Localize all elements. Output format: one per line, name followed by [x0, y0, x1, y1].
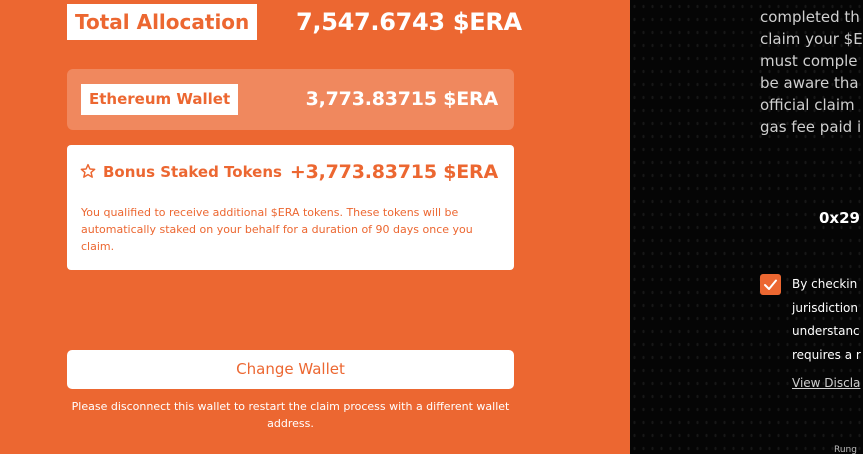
star-outline-icon [80, 163, 96, 178]
checkmark-icon [764, 279, 777, 290]
change-wallet-note: Please disconnect this wallet to restart… [71, 400, 510, 430]
instruction-line: claim your $E [760, 30, 863, 48]
footer-text: Rung [834, 445, 857, 454]
consent-line: requires a r [792, 347, 861, 362]
total-allocation-value: 7,547.6743 $ERA [296, 8, 522, 36]
consent-line: By checkin [792, 277, 858, 291]
bonus-staked-card: Bonus Staked Tokens +3,773.83715 $ERA Yo… [67, 145, 514, 270]
bonus-staked-value: +3,773.83715 $ERA [289, 161, 498, 183]
consent-line: jurisdiction [792, 300, 858, 315]
view-disclaimer-link[interactable]: View Discla [792, 376, 860, 390]
total-allocation-label: Total Allocation [67, 4, 258, 40]
bonus-description: You qualified to receive additional $ERA… [81, 206, 473, 253]
consent-line: understanc [792, 324, 860, 338]
bonus-staked-label: Bonus Staked Tokens [103, 163, 282, 181]
claim-instructions: completed th claim your $E must comple b… [760, 6, 863, 138]
change-wallet-button[interactable]: Change Wallet [67, 350, 514, 389]
ethereum-wallet-card: Ethereum Wallet 3,773.83715 $ERA [67, 69, 514, 130]
ethereum-wallet-value: 3,773.83715 $ERA [305, 88, 499, 110]
wallet-address: 0x29 [819, 209, 860, 227]
claim-info-panel: completed th claim your $E must comple b… [630, 0, 863, 454]
instruction-line: must comple [760, 52, 858, 70]
instruction-line: gas fee paid i [760, 118, 862, 136]
instruction-line: be aware tha [760, 74, 859, 92]
allocation-panel: Total Allocation 7,547.6743 $ERA Ethereu… [0, 0, 630, 454]
consent-text: By checkin jurisdiction understanc requi… [792, 273, 861, 367]
instruction-line: official claim [760, 96, 855, 114]
consent-checkbox[interactable] [760, 274, 781, 295]
instruction-line: completed th [760, 8, 860, 26]
ethereum-wallet-label: Ethereum Wallet [81, 84, 239, 115]
